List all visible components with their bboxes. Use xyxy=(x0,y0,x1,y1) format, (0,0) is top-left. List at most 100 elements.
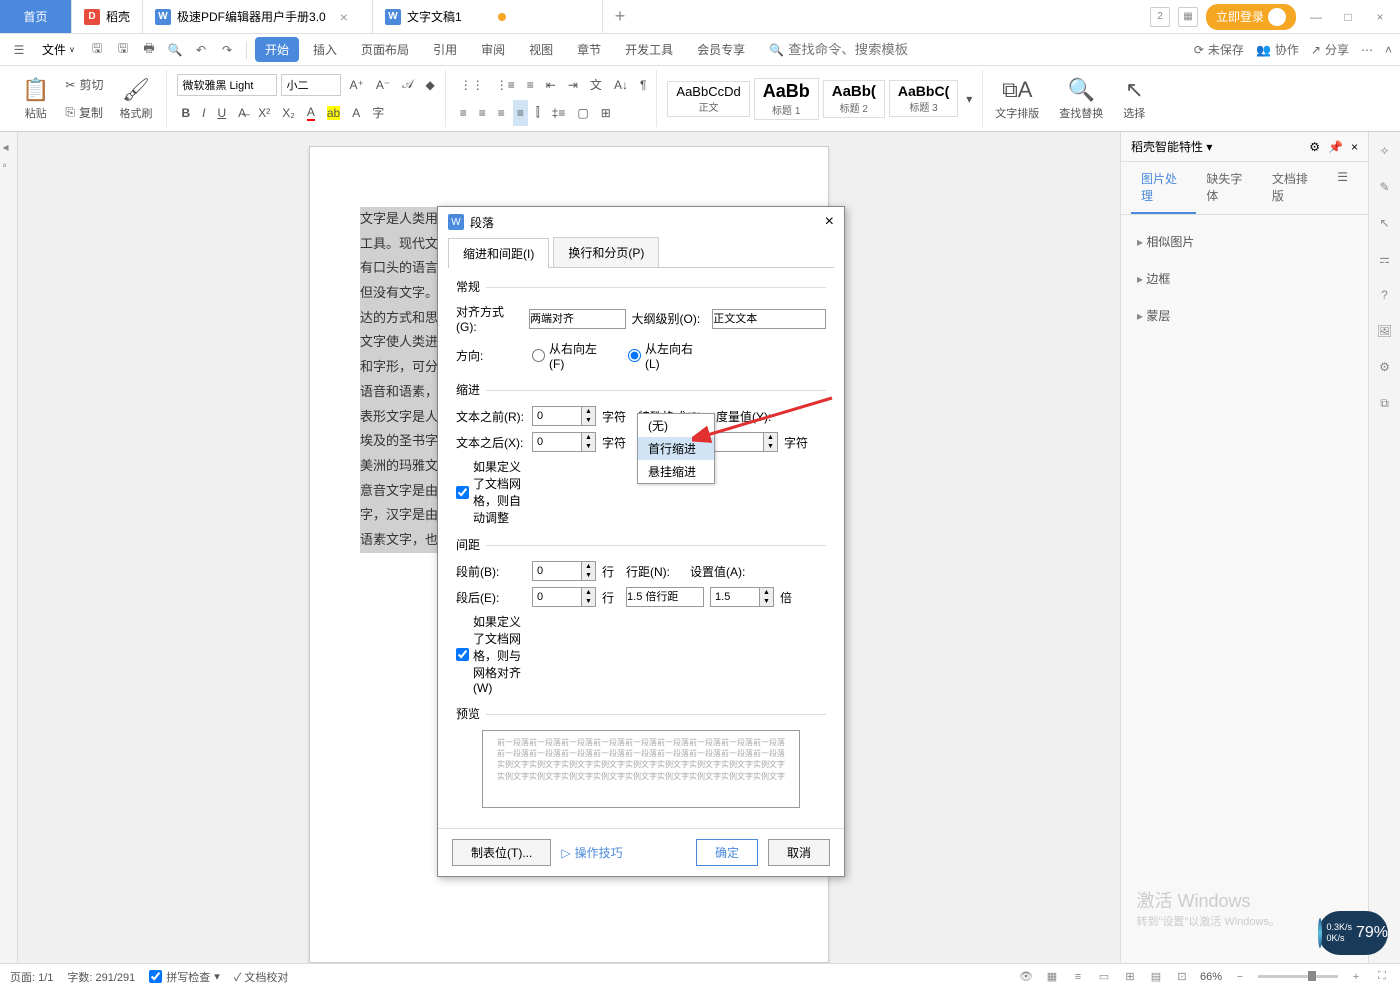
text-direction-icon[interactable]: 文 xyxy=(586,72,606,98)
decrease-indent-icon[interactable]: ⇤ xyxy=(542,72,560,98)
dialog-close-button[interactable]: × xyxy=(825,213,834,231)
menu-tab-insert[interactable]: 插入 xyxy=(303,37,347,62)
panel-item-mask[interactable]: 蒙层 xyxy=(1133,297,1356,334)
underline-button[interactable]: U xyxy=(214,100,231,126)
multilevel-list-icon[interactable]: ≡ xyxy=(523,72,538,98)
menu-tab-sections[interactable]: 章节 xyxy=(567,37,611,62)
redo-icon[interactable]: ↷ xyxy=(216,39,238,61)
style-h2[interactable]: AaBb(标题 2 xyxy=(823,80,885,118)
strike-button[interactable]: A̶ xyxy=(234,100,250,126)
cancel-button[interactable]: 取消 xyxy=(768,839,830,866)
menu-tab-view[interactable]: 视图 xyxy=(519,37,563,62)
tab-doc-active[interactable]: W文字文稿1 xyxy=(373,0,603,33)
menu-tab-references[interactable]: 引用 xyxy=(423,37,467,62)
login-button[interactable]: 立即登录 xyxy=(1206,4,1296,30)
zoom-slider[interactable] xyxy=(1258,975,1338,978)
close-icon[interactable]: × xyxy=(340,9,348,25)
bold-button[interactable]: B xyxy=(177,100,194,126)
char-shading-button[interactable]: A xyxy=(348,100,364,126)
strip-image-icon[interactable]: 🖼 xyxy=(1376,322,1394,340)
coop-button[interactable]: 👥协作 xyxy=(1256,41,1299,58)
find-replace-button[interactable]: 🔍查找替换 xyxy=(1051,70,1111,127)
nav-dot-icon[interactable]: ▫ xyxy=(3,158,15,170)
view-mode-1-icon[interactable]: ▦ xyxy=(1044,969,1060,985)
style-h3[interactable]: AaBbC(标题 3 xyxy=(889,80,958,117)
tab-add[interactable]: + xyxy=(603,0,637,33)
styles-more-icon[interactable]: ▾ xyxy=(962,86,976,112)
maximize-button[interactable]: □ xyxy=(1336,5,1360,29)
minimize-button[interactable]: — xyxy=(1304,5,1328,29)
collapse-ribbon-icon[interactable]: ˄ xyxy=(1385,43,1392,57)
strip-star-icon[interactable]: ✧ xyxy=(1376,142,1394,160)
direction-rtl-radio[interactable]: 从右向左(F) xyxy=(532,340,602,371)
dropdown-option-firstline[interactable]: 首行缩进 xyxy=(638,437,714,460)
before-text-spinner[interactable]: ▲▼ xyxy=(532,406,596,426)
menu-tab-layout[interactable]: 页面布局 xyxy=(351,37,419,62)
print-icon[interactable]: 🖶 xyxy=(138,39,160,61)
line-spacing-icon[interactable]: ‡≡ xyxy=(548,100,570,126)
dialog-tab-pagination[interactable]: 换行和分页(P) xyxy=(553,237,659,267)
align-right-icon[interactable]: ≡ xyxy=(494,100,509,126)
panel-tab-more[interactable]: ☰ xyxy=(1327,162,1358,214)
tab-dk[interactable]: D稻壳 xyxy=(72,0,143,33)
strip-cursor-icon[interactable]: ↖ xyxy=(1376,214,1394,232)
dropdown-option-hanging[interactable]: 悬挂缩进 xyxy=(638,460,714,483)
doc-proof-button[interactable]: ✓ 文档校对 xyxy=(234,969,289,985)
menu-tab-review[interactable]: 审阅 xyxy=(471,37,515,62)
auto-adjust-checkbox[interactable]: 如果定义了文档网格，则自动调整 xyxy=(456,458,526,526)
outline-select[interactable]: 正文文本 xyxy=(712,309,826,329)
strip-help-icon[interactable]: ? xyxy=(1376,286,1394,304)
zoom-fit-icon[interactable]: ⊡ xyxy=(1174,969,1190,985)
paste-button[interactable]: 📋粘贴 xyxy=(14,77,57,121)
increase-font-icon[interactable]: A⁺ xyxy=(345,72,367,98)
menu-tab-member[interactable]: 会员专享 xyxy=(687,37,755,62)
share-button[interactable]: ↗分享 xyxy=(1311,41,1349,58)
copy-button[interactable]: ⎘复制 xyxy=(61,100,107,126)
set-value-spinner[interactable]: ▲▼ xyxy=(710,587,774,607)
number-list-icon[interactable]: ⋮≡ xyxy=(492,72,519,98)
view-mode-4-icon[interactable]: ⊞ xyxy=(1122,969,1138,985)
cut-button[interactable]: ✂剪切 xyxy=(61,72,107,98)
zoom-out-icon[interactable]: − xyxy=(1232,969,1248,985)
distribute-icon[interactable]: ⫿ xyxy=(532,100,544,126)
show-marks-icon[interactable]: ¶ xyxy=(636,72,650,98)
spellcheck-toggle[interactable]: 拼写检查 ▾ xyxy=(149,969,220,985)
format-painter-button[interactable]: 🖌格式刷 xyxy=(111,77,160,121)
gear-icon[interactable]: ⚙ xyxy=(1309,140,1320,154)
strip-pencil-icon[interactable]: ✎ xyxy=(1376,178,1394,196)
zoom-in-icon[interactable]: + xyxy=(1348,969,1364,985)
highlight-button[interactable]: ab xyxy=(323,100,344,126)
tips-link[interactable]: ▷操作技巧 xyxy=(561,844,622,861)
dropdown-option-none[interactable]: (无) xyxy=(638,414,714,437)
panel-tab-image[interactable]: 图片处理 xyxy=(1131,162,1196,214)
bullet-list-icon[interactable]: ⋮⋮ xyxy=(456,72,488,98)
search-input[interactable] xyxy=(788,42,928,57)
align-justify-icon[interactable]: ≡ xyxy=(513,100,528,126)
change-case-icon[interactable]: 𝒜 xyxy=(398,72,417,98)
view-mode-2-icon[interactable]: ≡ xyxy=(1070,969,1086,985)
save-icon[interactable]: 🖫 xyxy=(86,39,108,61)
print-preview-icon[interactable]: 🔍 xyxy=(164,39,186,61)
ok-button[interactable]: 确定 xyxy=(696,839,758,866)
style-normal[interactable]: AaBbCcDd正文 xyxy=(667,81,749,117)
undo-icon[interactable]: ↶ xyxy=(190,39,212,61)
panel-item-similar[interactable]: 相似图片 xyxy=(1133,223,1356,260)
line-spacing-select[interactable]: 1.5 倍行距 xyxy=(626,587,704,607)
layout-icon[interactable]: 2 xyxy=(1150,7,1170,27)
shading-icon[interactable]: ▢ xyxy=(573,100,592,126)
dialog-tab-indent[interactable]: 缩进和间距(I) xyxy=(448,238,549,268)
strip-settings-icon[interactable]: ⚎ xyxy=(1376,250,1394,268)
sort-icon[interactable]: A↓ xyxy=(610,72,632,98)
panel-tab-layout[interactable]: 文档排版 xyxy=(1262,162,1327,214)
after-para-spinner[interactable]: ▲▼ xyxy=(532,587,596,607)
font-size-select[interactable] xyxy=(281,74,341,96)
strip-gear-icon[interactable]: ⚙ xyxy=(1376,358,1394,376)
panel-tab-fonts[interactable]: 缺失字体 xyxy=(1196,162,1261,214)
borders-icon[interactable]: ⊞ xyxy=(597,100,615,126)
clear-format-icon[interactable]: ◆ xyxy=(422,72,439,98)
pin-icon[interactable]: 📌 xyxy=(1328,140,1343,154)
panel-item-border[interactable]: 边框 xyxy=(1133,260,1356,297)
fullscreen-icon[interactable]: ⛶ xyxy=(1374,969,1390,985)
eye-icon[interactable]: 👁 xyxy=(1018,969,1034,985)
tab-pdf[interactable]: W极速PDF编辑器用户手册3.0× xyxy=(143,0,373,33)
